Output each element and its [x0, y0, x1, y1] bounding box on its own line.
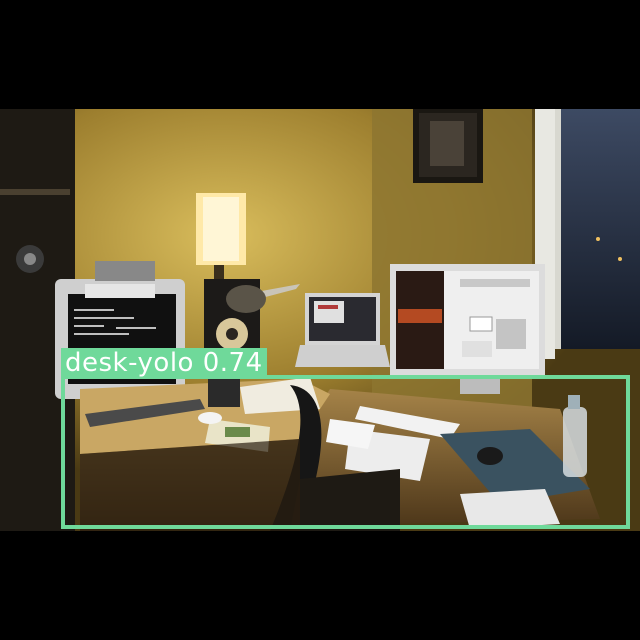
detection-label: desk-yolo 0.74 — [61, 348, 267, 378]
detection-box — [61, 375, 630, 529]
letterbox-bottom — [0, 531, 640, 640]
image-stage: desk-yolo 0.74 — [0, 0, 640, 640]
letterbox-top — [0, 0, 640, 109]
